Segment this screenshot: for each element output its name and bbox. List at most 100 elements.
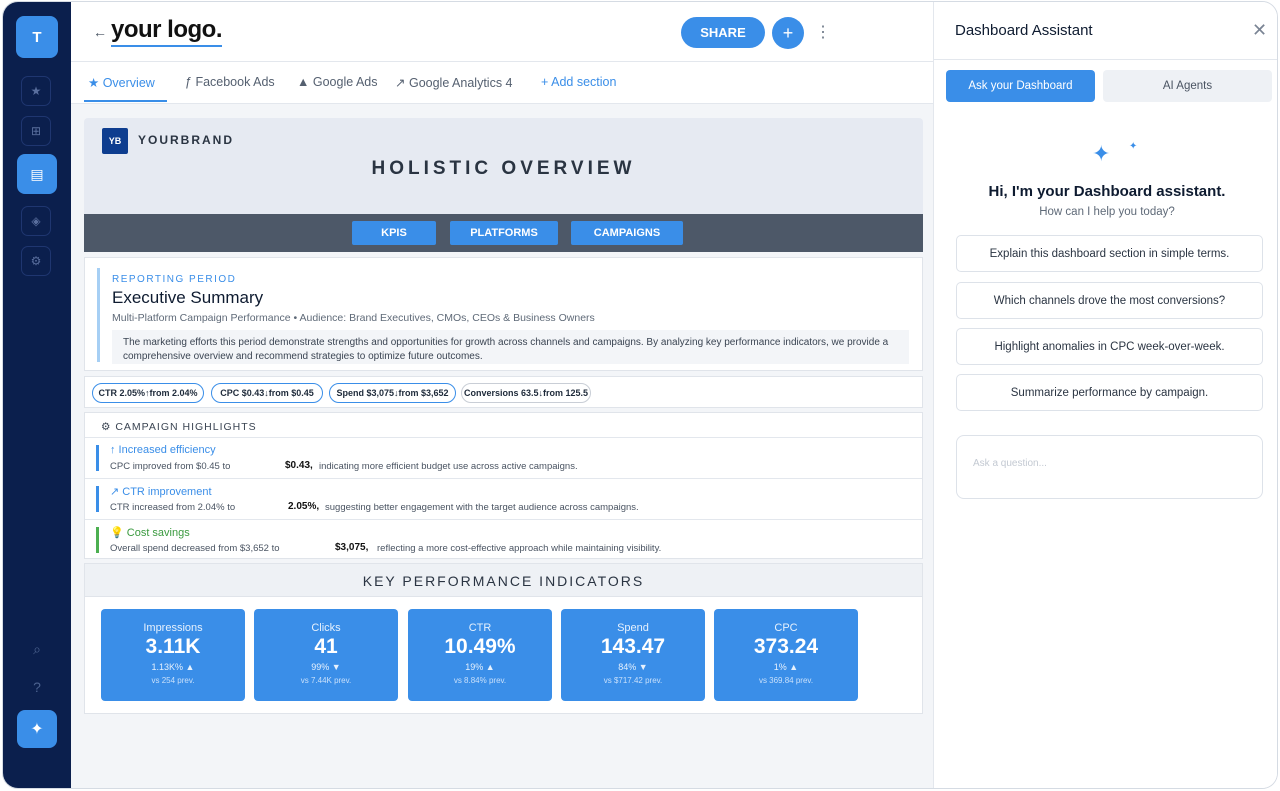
analytics-icon: ↗: [395, 76, 406, 90]
kpi-value: 143.47: [600, 635, 666, 658]
help-icon[interactable]: ?: [27, 677, 47, 697]
highlight-text: CTR increased from 2.04% to: [110, 502, 236, 513]
bullet-icon: ⚙: [101, 421, 112, 433]
plus-icon: +: [541, 75, 549, 89]
nav-platforms-button[interactable]: PLATFORMS: [450, 221, 558, 245]
highlights-heading-text: CAMPAIGN HIGHLIGHTS: [115, 421, 257, 433]
kpi-value: 10.49%: [444, 635, 516, 658]
workspace-avatar[interactable]: T: [16, 16, 58, 58]
highlight-accent-bar: [96, 445, 99, 471]
add-button[interactable]: +: [772, 17, 804, 49]
metric-pills-row: CTR 2.05%↑from 2.04% CPC $0.43↓from $0.4…: [84, 376, 923, 408]
star-icon[interactable]: ★: [21, 76, 51, 106]
back-arrow-icon[interactable]: ←: [93, 24, 107, 40]
more-options-icon[interactable]: ⋮: [815, 22, 831, 42]
kpi-delta: 99% ▼: [311, 662, 341, 672]
kpi-value: 3.11K: [145, 635, 201, 658]
tab-google-analytics[interactable]: ↗ Google Analytics 4: [395, 75, 513, 90]
kpi-delta: 84% ▼: [618, 662, 648, 672]
kpi-previous: vs 254 prev.: [151, 676, 195, 685]
highlight-value: 2.05%,: [288, 501, 320, 512]
hero-banner: YB YOURBRAND HOLISTIC OVERVIEW: [84, 118, 923, 214]
kpi-label: CPC: [774, 622, 798, 634]
highlight-tail: indicating more efficient budget use acr…: [319, 461, 578, 472]
executive-summary-card: REPORTING PERIOD Executive Summary Multi…: [84, 257, 923, 371]
highlight-row: 💡 Cost savings Overall spend decreased f…: [85, 519, 922, 560]
highlight-accent-bar: [96, 486, 99, 512]
reporting-period-label: REPORTING PERIOD: [112, 274, 237, 285]
tab-facebook-ads[interactable]: ƒ Facebook Ads: [185, 75, 275, 89]
dashboard-main: ← your logo. SHARE + ⋮ ★ Overview ƒ Face…: [71, 2, 933, 788]
sparkle-small-icon: ✦: [1129, 141, 1138, 152]
star-icon: ★: [88, 76, 100, 90]
tab-ask-dashboard[interactable]: Ask your Dashboard: [946, 70, 1095, 102]
summary-subtitle: Multi-Platform Campaign Performance • Au…: [112, 312, 595, 324]
tab-ai-agents[interactable]: AI Agents: [1103, 70, 1272, 102]
assistant-subgreeting: How can I help you today?: [1039, 206, 1175, 218]
highlight-tail: suggesting better engagement with the ta…: [325, 502, 639, 513]
close-icon[interactable]: ✕: [1252, 20, 1267, 41]
accent-bar: [97, 268, 100, 362]
kpi-delta: 19% ▲: [465, 662, 495, 672]
grid-icon[interactable]: ⊞: [21, 116, 51, 146]
kpi-card-spend[interactable]: Spend 143.47 84% ▼ vs $717.42 prev.: [561, 609, 705, 701]
dashboard-icon[interactable]: ▤: [17, 154, 57, 194]
kpi-label: Clicks: [311, 622, 341, 634]
kpi-cards: Impressions 3.11K 1.13K% ▲ vs 254 prev. …: [84, 597, 923, 714]
page-title: HOLISTIC OVERVIEW: [371, 158, 636, 179]
tag-icon[interactable]: ◈: [21, 206, 51, 236]
kpi-value: 373.24: [753, 635, 819, 658]
brand-badge: YB: [102, 128, 128, 154]
highlight-text: Overall spend decreased from $3,652 to: [110, 543, 280, 554]
tab-label: Facebook Ads: [195, 75, 275, 89]
cpc-pill: CPC $0.43↓from $0.45: [211, 383, 323, 403]
kpi-value: 41: [314, 635, 338, 658]
top-bar: ← your logo. SHARE + ⋮: [71, 2, 933, 62]
kpi-previous: vs $717.42 prev.: [603, 676, 663, 685]
kpi-label: Spend: [617, 622, 649, 634]
divider: [934, 59, 1277, 60]
highlight-tail: reflecting a more cost-effective approac…: [377, 543, 662, 554]
highlight-title: ↑ Increased efficiency: [110, 444, 216, 456]
spend-pill: Spend $3,075↓from $3,652: [329, 383, 456, 403]
left-rail: T ★ ⊞ ▤ ◈ ⚙ ⌕ ? ✦: [3, 2, 71, 788]
assistant-panel: Dashboard Assistant ✕ Ask your Dashboard…: [933, 2, 1277, 788]
kpi-heading: KEY PERFORMANCE INDICATORS: [84, 563, 923, 597]
suggestion-button[interactable]: Highlight anomalies in CPC week-over-wee…: [956, 328, 1263, 365]
kpi-card-cpc[interactable]: CPC 373.24 1% ▲ vs 369.84 prev.: [714, 609, 858, 701]
tab-overview[interactable]: ★ Overview: [88, 75, 155, 90]
summary-title: Executive Summary: [112, 288, 264, 307]
section-tabs: ★ Overview ƒ Facebook Ads ▲ Google Ads ↗…: [71, 62, 933, 104]
nav-campaigns-button[interactable]: CAMPAIGNS: [571, 221, 683, 245]
kpi-card-clicks[interactable]: Clicks 41 99% ▼ vs 7.44K prev.: [254, 609, 398, 701]
kpi-card-impressions[interactable]: Impressions 3.11K 1.13K% ▲ vs 254 prev.: [101, 609, 245, 701]
google-ads-icon: ▲: [297, 75, 310, 89]
tab-google-ads[interactable]: ▲ Google Ads: [297, 75, 378, 89]
share-button[interactable]: SHARE: [681, 17, 765, 48]
kpi-card-ctr[interactable]: CTR 10.49% 19% ▲ vs 8.84% prev.: [408, 609, 552, 701]
conversions-pill: Conversions 63.5↓from 125.5: [461, 383, 591, 403]
tab-label: Google Analytics 4: [408, 76, 513, 90]
tab-label: Google Ads: [312, 75, 378, 89]
question-input[interactable]: [973, 458, 1248, 469]
highlight-value: $3,075,: [335, 542, 369, 553]
sparkle-icon[interactable]: ✦: [17, 710, 57, 748]
suggestion-button[interactable]: Explain this dashboard section in simple…: [956, 235, 1263, 272]
suggestion-button[interactable]: Which channels drove the most conversion…: [956, 282, 1263, 319]
sparkle-icon: ✦: [1092, 141, 1111, 166]
gear-icon[interactable]: ⚙: [21, 246, 51, 276]
suggestion-button[interactable]: Summarize performance by campaign.: [956, 374, 1263, 411]
brand-name: YOURBRAND: [138, 133, 234, 147]
highlight-value: $0.43,: [285, 460, 313, 471]
nav-kpis-button[interactable]: KPIS: [352, 221, 436, 245]
highlight-title: 💡 Cost savings: [110, 527, 190, 539]
section-nav-band: KPIS PLATFORMS CAMPAIGNS: [84, 214, 923, 252]
highlight-text: CPC improved from $0.45 to: [110, 461, 231, 472]
search-icon[interactable]: ⌕: [27, 639, 47, 659]
tab-label: Add section: [551, 75, 617, 89]
tab-label: Overview: [102, 76, 155, 90]
add-section-link[interactable]: + Add section: [541, 75, 616, 89]
kpi-delta: 1% ▲: [773, 662, 799, 672]
app-window: T ★ ⊞ ▤ ◈ ⚙ ⌕ ? ✦ ← your logo. SHARE + ⋮…: [2, 1, 1278, 789]
kpi-delta: 1.13K% ▲: [151, 662, 195, 672]
